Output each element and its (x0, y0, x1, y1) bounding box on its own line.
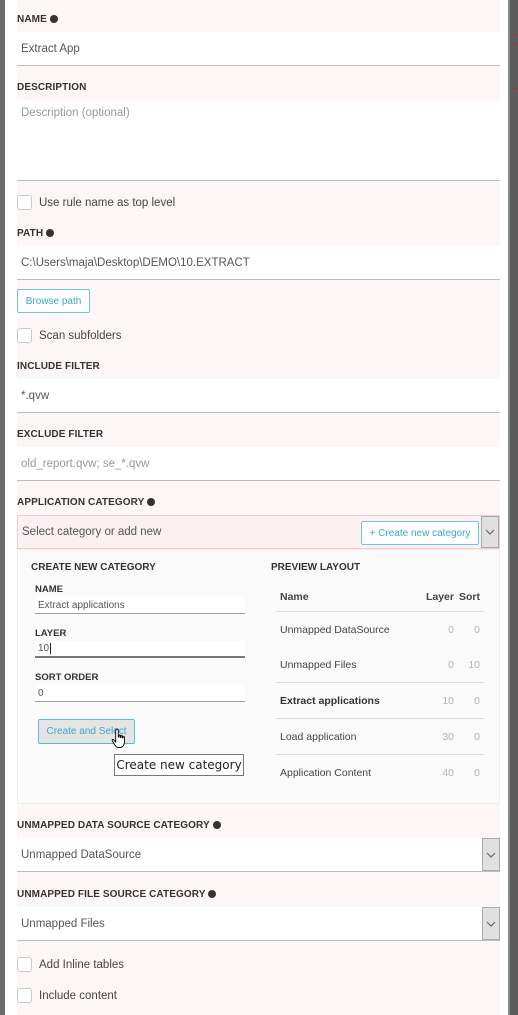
unmapped-file-source-value: Unmapped Files (21, 917, 105, 930)
column-header-sort: Sort (459, 590, 480, 603)
category-name-input[interactable]: Extract applications (35, 597, 245, 614)
preview-table-header: Name Layer Sort (276, 582, 484, 612)
create-category-title: CREATE NEW CATEGORY (31, 562, 156, 573)
unmapped-file-source-select[interactable]: Unmapped Files (17, 907, 500, 941)
table-row: Extract applications 10 0 (276, 683, 484, 719)
description-textarea[interactable]: Description (optional) (17, 100, 500, 181)
scrollbar[interactable] (508, 0, 518, 1015)
browse-path-button[interactable]: Browse path (17, 289, 90, 313)
name-label: NAME (17, 14, 58, 25)
include-filter-label: INCLUDE FILTER (17, 361, 100, 372)
table-row: Unmapped Files 0 10 (276, 648, 484, 683)
required-icon (212, 821, 221, 829)
text-cursor (50, 643, 52, 654)
unmapped-data-source-select[interactable]: Unmapped DataSource (17, 838, 500, 872)
include-content-checkbox[interactable] (17, 988, 32, 1003)
name-input[interactable]: Extract App (17, 32, 500, 66)
category-layer-input[interactable]: 10 (35, 641, 245, 658)
window-frame-left (0, 0, 5, 1015)
required-icon (208, 890, 217, 898)
unmapped-data-source-label: UNMAPPED DATA SOURCE CATEGORY (17, 820, 221, 831)
required-icon (147, 498, 156, 506)
scan-subfolders-row[interactable]: Scan subfolders (17, 328, 121, 343)
include-content-label: Include content (39, 989, 118, 1002)
required-icon (49, 15, 58, 23)
chevron-down-icon[interactable] (482, 838, 500, 871)
scroll-marker (512, 44, 518, 45)
scan-subfolders-checkbox[interactable] (17, 328, 32, 343)
chevron-down-icon[interactable] (482, 907, 500, 940)
application-category-label: APPLICATION CATEGORY (17, 497, 156, 508)
column-header-layer: Layer (425, 590, 454, 603)
category-sort-order-input[interactable]: 0 (35, 685, 245, 702)
chevron-down-icon[interactable] (481, 516, 499, 548)
table-row: Application Content 40 0 (280, 767, 480, 779)
use-rule-name-row[interactable]: Use rule name as top level (17, 195, 175, 210)
description-label: DESCRIPTION (17, 82, 87, 93)
add-inline-tables-checkbox[interactable] (17, 957, 32, 972)
preview-layout-title: PREVIEW LAYOUT (271, 562, 361, 573)
application-category-placeholder: Select category or add new (22, 526, 162, 538)
rule-form: NAME Extract App DESCRIPTION Description… (17, 0, 500, 1015)
hand-cursor-icon (111, 728, 125, 748)
path-label: PATH (17, 228, 55, 239)
scan-subfolders-label: Scan subfolders (39, 329, 122, 342)
table-row: Unmapped DataSource 0 0 (280, 624, 480, 636)
preview-layout-table: Name Layer Sort Unmapped DataSource 0 0 … (276, 582, 484, 791)
add-inline-tables-row[interactable]: Add Inline tables (17, 957, 124, 972)
exclude-filter-input[interactable]: old_report.qvw; se_*.qvw (17, 447, 500, 481)
category-sort-order-label: SORT ORDER (35, 672, 99, 683)
use-rule-name-label: Use rule name as top level (39, 196, 176, 209)
scroll-marker (512, 34, 518, 35)
required-icon (46, 229, 55, 237)
create-category-panel: CREATE NEW CATEGORY NAME Extract applica… (17, 549, 500, 804)
path-input[interactable]: C:\Users\maja\Desktop\DEMO\10.EXTRACT (17, 246, 500, 280)
category-name-label: NAME (35, 584, 63, 595)
column-header-name: Name (280, 590, 309, 603)
category-layer-label: LAYER (35, 628, 67, 639)
scroll-marker (512, 88, 518, 89)
tooltip: Create new category (114, 754, 244, 776)
application-category-select[interactable]: Select category or add new + Create new … (17, 515, 500, 549)
exclude-filter-label: EXCLUDE FILTER (17, 429, 104, 440)
unmapped-file-source-label: UNMAPPED FILE SOURCE CATEGORY (17, 889, 217, 900)
include-content-row[interactable]: Include content (17, 988, 117, 1003)
create-new-category-button[interactable]: + Create new category (361, 521, 479, 545)
table-row: Load application 30 0 (276, 719, 484, 755)
unmapped-data-source-value: Unmapped DataSource (21, 848, 142, 861)
use-rule-name-checkbox[interactable] (17, 195, 32, 210)
add-inline-tables-label: Add Inline tables (39, 958, 125, 971)
include-filter-input[interactable]: *.qvw (17, 379, 500, 413)
